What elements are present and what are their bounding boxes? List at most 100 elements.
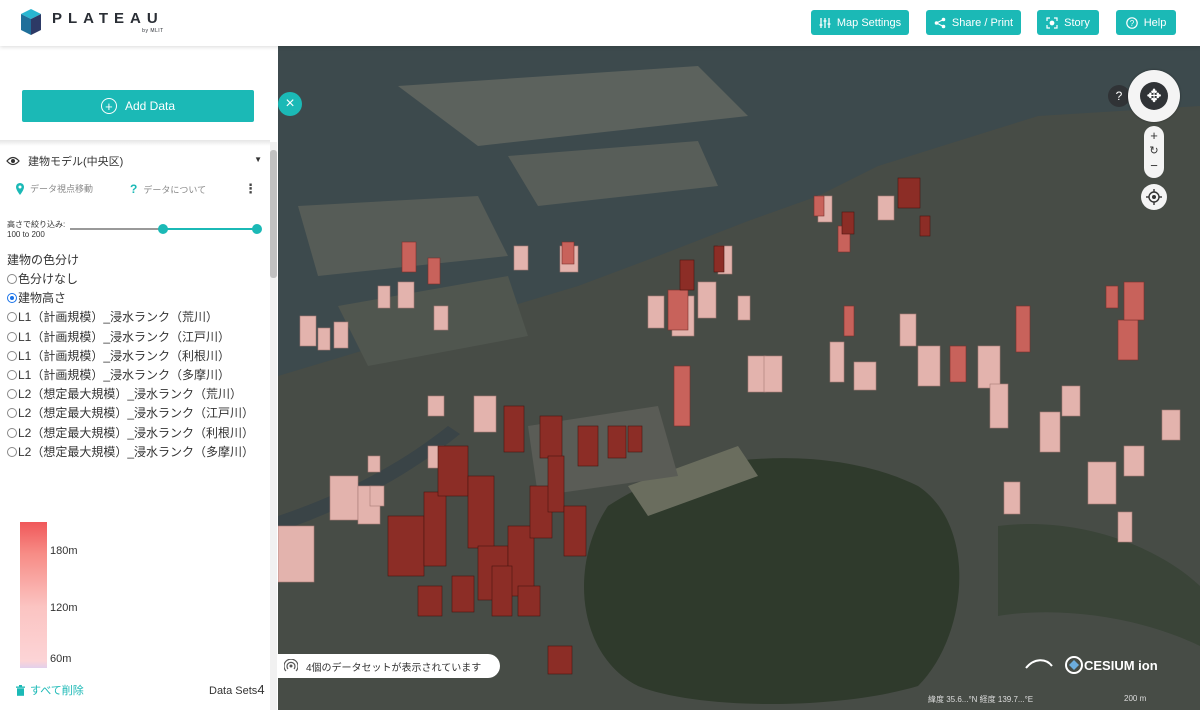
legend-swatch [20,661,47,668]
radio-button[interactable] [7,427,17,438]
delete-all-button[interactable]: すべて削除 [16,682,84,698]
move-view-label: データ視点移動 [30,184,94,194]
building [423,491,447,567]
building [299,315,317,347]
height-slider-min-handle[interactable] [158,224,168,234]
map-settings-button[interactable]: Map Settings [811,10,909,35]
coloring-option[interactable]: L2（想定最大規模）_浸水ランク（多摩川） [7,443,255,462]
coloring-option[interactable]: L1（計画規模）_浸水ランク（利根川） [7,347,255,366]
help-button[interactable]: ? Help [1116,10,1176,35]
radio-button[interactable] [7,274,17,284]
zoom-in-icon[interactable]: + [1144,128,1164,143]
building [1123,281,1145,321]
building [1061,385,1081,417]
building [563,505,587,557]
radio-button[interactable] [7,293,17,304]
radio-button[interactable] [7,446,17,457]
building [437,445,469,497]
building [333,321,349,349]
pan-move-icon[interactable]: ✥ [1140,82,1168,110]
dataset-header[interactable]: 建物モデル(中央区) ▼ [6,152,264,170]
coloring-option[interactable]: L1（計画規模）_浸水ランク（江戸川） [7,328,255,347]
about-data-action[interactable]: ? データについて [130,182,206,196]
logo-subtitle: by MLIT [142,28,164,34]
building [329,475,359,521]
building [561,241,575,265]
coloring-option[interactable]: 建物高さ [7,289,255,308]
reset-view-icon[interactable]: ↻ [1144,144,1164,157]
datasets-count-value: 4 [257,682,265,697]
coloring-option[interactable]: L2（想定最大規模）_浸水ランク（荒川） [7,385,255,404]
radio-button[interactable] [7,312,17,323]
broadcast-icon [284,659,298,672]
navigation-help-button[interactable]: ? [1108,85,1130,107]
building [387,515,425,577]
coloring-option[interactable]: L2（想定最大規模）_浸水ランク（利根川） [7,424,255,443]
coloring-option-label: L2（想定最大規模）_浸水ランク（多摩川） [18,444,255,459]
building [647,295,665,329]
building [763,355,783,393]
scale-bar-label: 200 m [1124,694,1147,703]
building [949,345,967,383]
eye-icon[interactable] [6,156,20,166]
coloring-option[interactable]: 色分けなし [7,270,255,289]
svg-text:?: ? [1129,18,1134,27]
share-print-button[interactable]: Share / Print [926,10,1021,35]
coloring-options: 色分けなし建物高さ L1（計画規模）_浸水ランク（荒川） L1（計画規模）_浸水ラン… [7,270,255,462]
scrollbar-thumb[interactable] [270,150,277,278]
coloring-option-label: L1（計画規模）_浸水ランク（江戸川） [18,329,231,344]
map-settings-label: Map Settings [836,16,902,29]
building [1161,409,1181,441]
sliders-icon [819,17,831,28]
building [737,295,751,321]
building [897,177,921,209]
datasets-label: Data Sets [209,685,258,697]
height-filter-title: 高さで絞り込み: [7,220,66,229]
radio-button[interactable] [7,331,17,342]
plus-circle-icon: + [100,98,117,114]
coloring-option[interactable]: L1（計画規模）_浸水ランク（荒川） [7,308,255,327]
building [417,585,443,617]
share-print-label: Share / Print [951,16,1014,29]
question-icon: ? [130,182,138,196]
coloring-option-label: 色分けなし [18,272,79,286]
legend-swatch [20,607,47,661]
move-view-action[interactable]: データ視点移動 [16,182,93,195]
add-data-button[interactable]: + Add Data [22,90,254,122]
plateau-logo[interactable]: PLATEAU by MLIT [20,8,164,36]
panel-scrollbar[interactable] [270,142,277,710]
building [513,245,529,271]
zoom-out-icon[interactable]: − [1144,158,1164,173]
coloring-option[interactable]: L2（想定最大規模）_浸水ランク（江戸川） [7,404,255,423]
radio-button[interactable] [7,389,17,400]
zoom-control: + ↻ − [1144,126,1164,178]
close-panel-button[interactable]: × [278,92,302,116]
building [713,245,725,273]
compass-control[interactable]: ✥ [1128,70,1180,122]
more-options-icon[interactable]: ⋮ [244,181,257,197]
building [1117,511,1133,543]
legend-swatch [20,522,47,553]
height-slider-range-fill [163,228,257,230]
map-3d-viewport[interactable]: 4個のデータセットが表示されています CESIUM ion 緯度 35.6...… [278,46,1200,710]
building [829,341,845,383]
coloring-option-label: L2（想定最大規模）_浸水ランク（利根川） [18,425,255,440]
story-button[interactable]: Story [1037,10,1099,35]
building [1003,481,1021,515]
coloring-option-label: 建物高さ [18,291,67,306]
dataset-actions: データ視点移動 ? データについて ⋮ [16,181,260,198]
building [451,575,475,613]
radio-button[interactable] [7,350,17,361]
coloring-option-label: L2（想定最大規模）_浸水ランク（江戸川） [18,406,255,421]
radio-button[interactable] [7,370,17,381]
coloring-option[interactable]: L1（計画規模）_浸水ランク（多摩川） [7,366,255,385]
collapse-caret-icon[interactable]: ▼ [254,155,262,164]
radio-button[interactable] [7,408,17,419]
coordinate-readout: 緯度 35.6...°N 経度 139.7...°E [928,695,1034,704]
building [679,259,695,291]
building [427,257,441,285]
my-location-button[interactable] [1141,184,1167,210]
coloring-option-label: L1（計画規模）_浸水ランク（荒川） [18,310,219,325]
building [317,327,331,351]
height-slider-max-handle[interactable] [252,224,262,234]
